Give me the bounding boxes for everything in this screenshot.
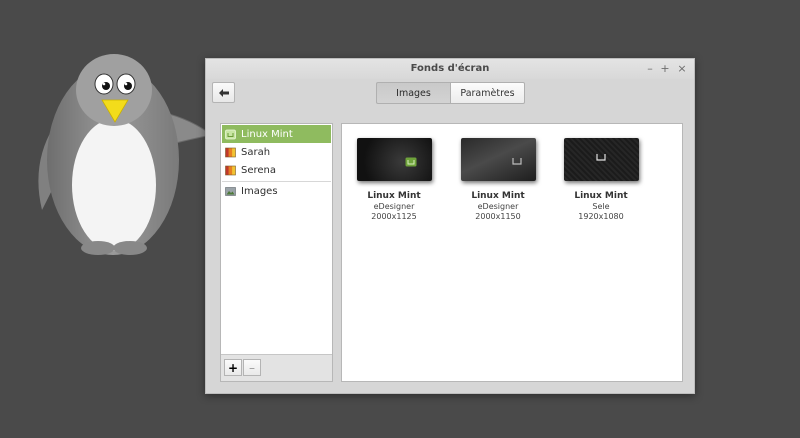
add-source-button[interactable]: + — [224, 359, 242, 376]
penguin-mascot — [38, 54, 214, 255]
collection-icon — [225, 165, 236, 175]
title-bar: Fonds d'écran – + × — [206, 59, 694, 79]
remove-source-button[interactable]: – — [243, 359, 261, 376]
wallpaper-thumbnail — [356, 138, 432, 181]
wallpaper-author: eDesigner — [373, 202, 415, 211]
mint-folder-icon — [225, 129, 236, 139]
minimize-button[interactable]: – — [643, 62, 657, 75]
wallpaper-thumbnail — [460, 138, 536, 181]
wallpaper-item[interactable]: Linux Mint Sele 1920x1080 — [556, 138, 646, 221]
back-arrow-icon — [218, 88, 229, 97]
pictures-folder-icon — [225, 186, 236, 196]
wallpaper-author: eDesigner — [477, 202, 519, 211]
window-title: Fonds d'écran — [410, 63, 490, 74]
source-label: Linux Mint — [241, 128, 293, 140]
wallpaper-name: Linux Mint — [574, 191, 628, 201]
source-label: Sarah — [241, 146, 271, 158]
back-button[interactable] — [212, 82, 235, 103]
wallpaper-item[interactable]: Linux Mint eDesigner 2000x1150 — [453, 138, 543, 221]
wallpaper-resolution: 1920x1080 — [578, 212, 624, 221]
maximize-button[interactable]: + — [658, 62, 672, 75]
tab-images[interactable]: Images — [376, 82, 450, 104]
source-item-images[interactable]: Images — [222, 182, 331, 200]
mint-logo-icon — [511, 158, 522, 165]
close-button[interactable]: × — [675, 62, 689, 75]
wallpaper-resolution: 2000x1150 — [475, 212, 521, 221]
view-switcher: Images Paramètres — [376, 82, 525, 104]
mint-logo-icon — [405, 157, 416, 167]
source-item-serena[interactable]: Serena — [222, 161, 331, 179]
source-item-sarah[interactable]: Sarah — [222, 143, 331, 161]
source-list: Linux Mint Sarah Serena Images + – — [220, 123, 333, 382]
wallpaper-thumbnail — [563, 138, 639, 181]
tab-parametres[interactable]: Paramètres — [450, 82, 525, 104]
mint-logo-icon — [595, 154, 606, 161]
source-label: Images — [241, 185, 278, 197]
source-item-linux-mint[interactable]: Linux Mint — [222, 125, 331, 143]
wallpaper-grid: Linux Mint eDesigner 2000x1125 Linux Min… — [341, 123, 683, 382]
wallpaper-name: Linux Mint — [471, 191, 525, 201]
collection-icon — [225, 147, 236, 157]
source-label: Serena — [241, 164, 277, 176]
wallpaper-name: Linux Mint — [367, 191, 421, 201]
source-toolbar: + – — [221, 354, 332, 381]
wallpaper-resolution: 2000x1125 — [371, 212, 417, 221]
wallpaper-item[interactable]: Linux Mint eDesigner 2000x1125 — [349, 138, 439, 221]
wallpaper-settings-window: Fonds d'écran – + × Images Paramètres Li… — [205, 58, 695, 394]
wallpaper-author: Sele — [592, 202, 610, 211]
